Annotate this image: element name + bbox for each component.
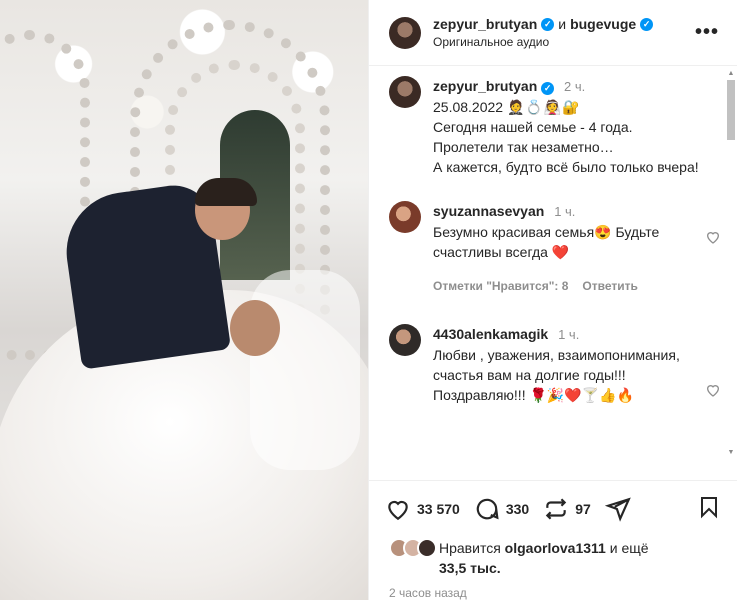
repost-button[interactable]: 97 bbox=[543, 496, 591, 522]
liked-by-prefix: Нравится bbox=[439, 540, 501, 556]
author-line: zepyur_brutyan ✓ и bugevuge ✓ bbox=[433, 16, 689, 32]
caption-avatar[interactable] bbox=[389, 76, 421, 108]
comment-time[interactable]: 1 ч. bbox=[554, 204, 575, 219]
commenter-avatar[interactable] bbox=[389, 324, 421, 356]
comment: 4430alenkamagik 1 ч. Любви , уважения, в… bbox=[389, 324, 723, 405]
author-username[interactable]: zepyur_brutyan bbox=[433, 16, 537, 32]
more-options-icon[interactable]: ••• bbox=[689, 21, 725, 44]
caption-line: Пролетели так незаметно… bbox=[433, 139, 614, 155]
comment-body: 4430alenkamagik 1 ч. Любви , уважения, в… bbox=[433, 324, 723, 405]
caption-line: А кажется, будто всё было только вчера! bbox=[433, 159, 699, 175]
verified-icon: ✓ bbox=[541, 82, 555, 95]
liked-by-more[interactable]: 33,5 тыс. bbox=[439, 560, 501, 576]
likes-count[interactable]: 33 570 bbox=[417, 501, 460, 517]
author-avatar[interactable] bbox=[389, 16, 421, 49]
avatar bbox=[417, 538, 437, 558]
comment: syuzannasevyan 1 ч. Безумно красивая сем… bbox=[389, 201, 723, 296]
reposts-count: 97 bbox=[575, 500, 591, 517]
caption-emojis: 🤵💍👰🔐 bbox=[506, 99, 581, 115]
comment-text: Безумно красивая семья😍 Будьте счастливы… bbox=[433, 224, 660, 260]
bride-head bbox=[230, 300, 280, 356]
comment-button[interactable]: 330 bbox=[474, 496, 529, 522]
comment-meta: Отметки "Нравится": 8 Ответить bbox=[433, 276, 697, 296]
and-text: и bbox=[558, 16, 567, 32]
caption: zepyur_brutyan ✓ 2 ч. 25.08.2022 🤵💍👰🔐 Се… bbox=[389, 76, 723, 177]
caption-date-line: 25.08.2022 🤵💍👰🔐 bbox=[433, 97, 723, 117]
liked-by: Нравится olgaorlova1311 и ещё 33,5 тыс. bbox=[369, 538, 737, 578]
comment-icon bbox=[476, 498, 499, 519]
liked-by-suffix: и ещё bbox=[609, 540, 649, 556]
comment-body: syuzannasevyan 1 ч. Безумно красивая сем… bbox=[433, 201, 723, 296]
author-names: zepyur_brutyan ✓ и bugevuge ✓ Оригинальн… bbox=[433, 16, 689, 49]
scroll-down-icon[interactable]: ▼ bbox=[727, 449, 735, 456]
comment-username[interactable]: 4430alenkamagik bbox=[433, 326, 548, 342]
liked-by-user[interactable]: olgaorlova1311 bbox=[505, 540, 606, 556]
reply-button[interactable]: Ответить bbox=[582, 276, 637, 296]
groom-hair bbox=[195, 178, 257, 206]
save-button[interactable] bbox=[697, 495, 721, 522]
comment-username[interactable]: syuzannasevyan bbox=[433, 203, 544, 219]
caption-line: Сегодня нашей семье - 4 года. bbox=[433, 119, 633, 135]
post-view: zepyur_brutyan ✓ и bugevuge ✓ Оригинальн… bbox=[0, 0, 737, 600]
caption-time[interactable]: 2 ч. bbox=[564, 79, 585, 94]
comment-text: Любви , уважения, взаимопонимания, счаст… bbox=[433, 347, 680, 403]
audio-link[interactable]: Оригинальное аудио bbox=[433, 35, 689, 49]
caption-date: 25.08.2022 bbox=[433, 99, 504, 115]
caption-body: zepyur_brutyan ✓ 2 ч. 25.08.2022 🤵💍👰🔐 Се… bbox=[433, 76, 723, 177]
scrollbar-thumb[interactable] bbox=[727, 80, 735, 140]
post-photo[interactable] bbox=[0, 0, 368, 600]
liked-by-text: Нравится olgaorlova1311 и ещё 33,5 тыс. bbox=[439, 538, 649, 578]
verified-icon: ✓ bbox=[640, 17, 654, 31]
comment-time[interactable]: 1 ч. bbox=[558, 327, 579, 342]
posted-time[interactable]: 2 часов назад bbox=[369, 578, 737, 600]
commenter-avatar[interactable] bbox=[389, 201, 421, 233]
like-comment-icon[interactable] bbox=[705, 382, 721, 398]
share-button[interactable] bbox=[604, 496, 631, 522]
coauthor-username[interactable]: bugevuge bbox=[570, 16, 636, 32]
bookmark-icon bbox=[701, 497, 717, 519]
comment-likes-link[interactable]: Отметки "Нравится": 8 bbox=[433, 276, 568, 296]
like-button[interactable]: 33 570 bbox=[385, 496, 460, 522]
action-bar: 33 570 330 97 bbox=[369, 480, 737, 536]
post-header: zepyur_brutyan ✓ и bugevuge ✓ Оригинальн… bbox=[369, 0, 737, 66]
post-panel: zepyur_brutyan ✓ и bugevuge ✓ Оригинальн… bbox=[368, 0, 737, 600]
veil bbox=[250, 270, 360, 470]
comments-count: 330 bbox=[505, 500, 530, 517]
caption-username[interactable]: zepyur_brutyan bbox=[433, 78, 537, 94]
heart-icon bbox=[388, 500, 408, 520]
share-icon bbox=[604, 496, 631, 522]
comments-area: ▲ ▼ zepyur_brutyan ✓ 2 ч. 25.08.2022 🤵💍👰… bbox=[369, 66, 737, 480]
liker-avatars[interactable] bbox=[389, 538, 439, 558]
verified-icon: ✓ bbox=[541, 17, 555, 31]
scrollbar[interactable]: ▲ ▼ bbox=[727, 70, 735, 456]
scroll-up-icon[interactable]: ▲ bbox=[727, 70, 735, 77]
repost-icon bbox=[545, 497, 567, 520]
like-comment-icon[interactable] bbox=[705, 229, 721, 245]
